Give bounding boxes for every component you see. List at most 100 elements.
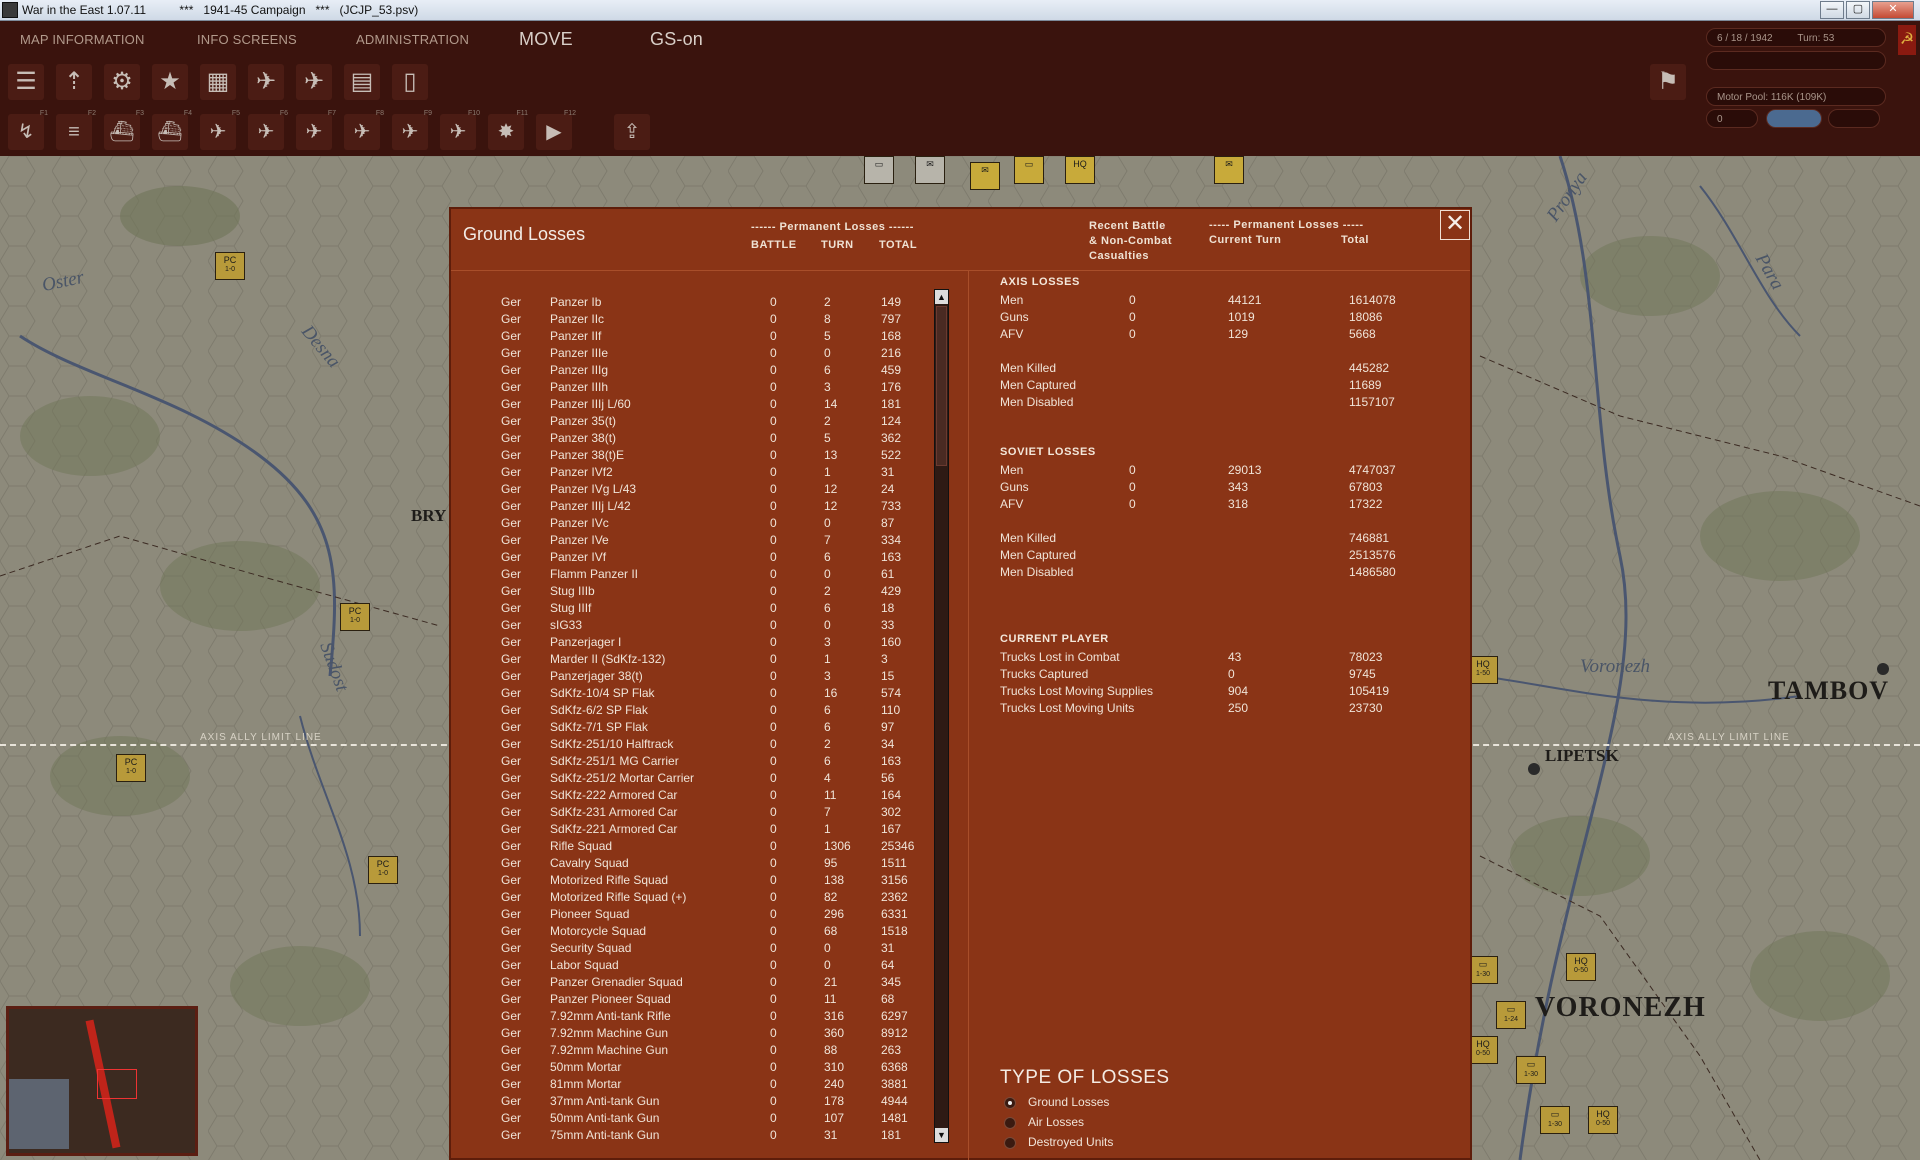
unit-counter[interactable]: PC 1-0 bbox=[116, 754, 146, 782]
nation-cell: Ger bbox=[501, 516, 522, 530]
minimap-viewport[interactable] bbox=[97, 1069, 137, 1099]
loss-type-option[interactable]: Air Losses bbox=[1004, 1115, 1204, 1133]
loss-type-label: Air Losses bbox=[1028, 1115, 1085, 1129]
unit-type-cell: Panzerjager I bbox=[550, 635, 622, 649]
unit-counter[interactable]: ✉ bbox=[915, 156, 945, 184]
turn-cell: 11 bbox=[824, 992, 837, 1006]
battle-cell: 0 bbox=[770, 754, 777, 768]
commitment-icon[interactable]: ▯ bbox=[392, 64, 428, 100]
unit-counter[interactable]: PC 1-0 bbox=[215, 252, 245, 280]
menu-info-screens[interactable]: INFO SCREENS bbox=[197, 32, 297, 47]
table-row: Ger Panzer Grenadier Squad 0 21 345 bbox=[451, 975, 931, 992]
menu-administration[interactable]: ADMINISTRATION bbox=[356, 32, 469, 47]
scroll-down-arrow-icon[interactable]: ▼ bbox=[935, 1128, 948, 1142]
turn-cell: 13 bbox=[824, 448, 838, 462]
oob-icon[interactable]: ⇡ bbox=[56, 64, 92, 100]
menu-gs-on[interactable]: GS-on bbox=[650, 29, 703, 50]
summary-recent: 0 bbox=[1129, 327, 1136, 341]
summary-row: Men Killed 445282 bbox=[1000, 361, 1420, 378]
table-row: Ger Panzer IIIh 0 3 176 bbox=[451, 380, 931, 397]
nation-cell: Ger bbox=[501, 431, 522, 445]
close-window-button[interactable]: ✕ bbox=[1872, 1, 1914, 19]
unit-type-cell: SdKfz-251/2 Mortar Carrier bbox=[550, 771, 695, 785]
air-doctrine-icon[interactable]: ✈ bbox=[296, 64, 332, 100]
air-missions-icon[interactable]: ✈ bbox=[248, 64, 284, 100]
interdiction-icon[interactable]: ✈ F10 bbox=[440, 110, 480, 150]
table-row: Ger Panzer IIIg 0 6 459 bbox=[451, 363, 931, 380]
unit-counter[interactable]: ▭ bbox=[864, 156, 894, 184]
dialog-title: Ground Losses bbox=[463, 224, 586, 244]
losses-scrollbar[interactable]: ▲ ▼ bbox=[934, 289, 949, 1143]
unit-counter[interactable]: ✉ bbox=[970, 162, 1000, 190]
nation-cell: Ger bbox=[501, 958, 522, 972]
bombardment-icon[interactable]: ✸ F11 bbox=[488, 110, 528, 150]
table-row: Ger SdKfz-222 Armored Car 0 11 164 bbox=[451, 788, 931, 805]
upload-icon[interactable]: ⇪ bbox=[614, 114, 650, 150]
turn-cell: 1 bbox=[824, 465, 831, 479]
flag-icon[interactable]: ⚑ bbox=[1650, 64, 1686, 100]
unit-counter[interactable]: HQ 0-50 bbox=[1566, 953, 1596, 981]
radio-button-icon[interactable] bbox=[1004, 1137, 1016, 1149]
unit-counter[interactable]: PC 1-0 bbox=[340, 603, 370, 631]
battle-cell: 0 bbox=[770, 414, 777, 428]
unit-counter[interactable]: PC 1-0 bbox=[368, 856, 398, 884]
close-dialog-button[interactable]: ✕ bbox=[1440, 210, 1470, 240]
scroll-thumb[interactable] bbox=[936, 306, 947, 466]
unit-list-icon[interactable]: ☰ bbox=[8, 64, 44, 100]
summary-total: 445282 bbox=[1349, 361, 1390, 375]
column-turn-header: TURN bbox=[821, 239, 854, 251]
victory-star-icon[interactable]: ★ bbox=[152, 64, 188, 100]
unit-counter[interactable]: ▭ bbox=[1014, 156, 1044, 184]
air-recon-icon[interactable]: ✈ F7 bbox=[296, 110, 336, 150]
scroll-up-arrow-icon[interactable]: ▲ bbox=[935, 290, 948, 304]
settings-gear-icon[interactable]: ⚙ bbox=[104, 64, 140, 100]
nation-cell: Ger bbox=[501, 1026, 522, 1040]
summary-row: Trucks Lost in Combat 43 78023 bbox=[1000, 650, 1420, 667]
loss-type-label: Destroyed Units bbox=[1028, 1135, 1114, 1149]
loss-type-option[interactable]: Ground Losses bbox=[1004, 1095, 1204, 1113]
nation-cell: Ger bbox=[501, 584, 522, 598]
summary-current: 343 bbox=[1228, 480, 1249, 494]
unit-type-cell: Panzer IVc bbox=[550, 516, 609, 530]
amphibious-icon[interactable]: ⛴ F4 bbox=[152, 110, 192, 150]
table-row: Ger SdKfz-251/1 MG Carrier 0 6 163 bbox=[451, 754, 931, 771]
table-row: Ger Motorized Rifle Squad (+) 0 82 2362 bbox=[451, 890, 931, 907]
nation-cell: Ger bbox=[501, 788, 522, 802]
nation-cell: Ger bbox=[501, 805, 522, 819]
table-row: Ger Panzer 38(t)E 0 13 522 bbox=[451, 448, 931, 465]
unit-counter[interactable]: HQ 0-50 bbox=[1468, 1036, 1498, 1064]
unit-counter[interactable]: HQ 0-50 bbox=[1588, 1106, 1618, 1134]
unit-counter[interactable]: HQ 1-50 bbox=[1468, 656, 1498, 684]
menu-map-information[interactable]: MAP INFORMATION bbox=[20, 32, 145, 47]
battle-cell: 0 bbox=[770, 533, 777, 547]
air-transport-icon[interactable]: ✈ F5 bbox=[200, 110, 240, 150]
air-base-icon[interactable]: ✈ F6 bbox=[248, 110, 288, 150]
maximize-button[interactable]: ▢ bbox=[1846, 1, 1870, 19]
minimap[interactable] bbox=[6, 1006, 198, 1156]
unit-type-cell: Panzer IIf bbox=[550, 329, 602, 343]
unit-counter[interactable]: ▭ 1-30 bbox=[1516, 1056, 1546, 1084]
summary-label: AFV bbox=[1000, 327, 1024, 341]
factories-icon[interactable]: ▦ bbox=[200, 64, 236, 100]
minimize-button[interactable]: — bbox=[1820, 1, 1844, 19]
nation-cell: Ger bbox=[501, 380, 522, 394]
loss-type-option[interactable]: Destroyed Units bbox=[1004, 1135, 1204, 1153]
unit-counter[interactable]: ✉ bbox=[1214, 156, 1244, 184]
unit-counter[interactable]: ▭ 1-30 bbox=[1468, 956, 1498, 984]
unit-type-cell: Panzer IIc bbox=[550, 312, 605, 326]
radio-button-icon[interactable] bbox=[1004, 1117, 1016, 1129]
move-mode-icon[interactable]: ↯ F1 bbox=[8, 110, 48, 150]
supply-icon[interactable]: ▤ bbox=[344, 64, 380, 100]
unit-counter[interactable]: HQ bbox=[1065, 156, 1095, 184]
unit-counter[interactable]: ▭ 1-30 bbox=[1540, 1106, 1570, 1134]
rail-move-icon[interactable]: ≡ F2 bbox=[56, 110, 96, 150]
naval-transport-icon[interactable]: ⛴ F3 bbox=[104, 110, 144, 150]
air-supply-icon[interactable]: ✈ F9 bbox=[392, 110, 432, 150]
unit-counter[interactable]: ▭ 1-24 bbox=[1496, 1001, 1526, 1029]
status-panel: 6 / 18 / 1942 Turn: 53 Motor Pool: 116K … bbox=[1700, 21, 1920, 156]
radio-button-icon[interactable] bbox=[1004, 1097, 1016, 1109]
end-turn-icon[interactable]: ▶ F12 bbox=[536, 110, 576, 150]
menu-move[interactable]: MOVE bbox=[519, 29, 573, 50]
ground-attack-icon[interactable]: ✈ F8 bbox=[344, 110, 384, 150]
battle-cell: 0 bbox=[770, 346, 777, 360]
